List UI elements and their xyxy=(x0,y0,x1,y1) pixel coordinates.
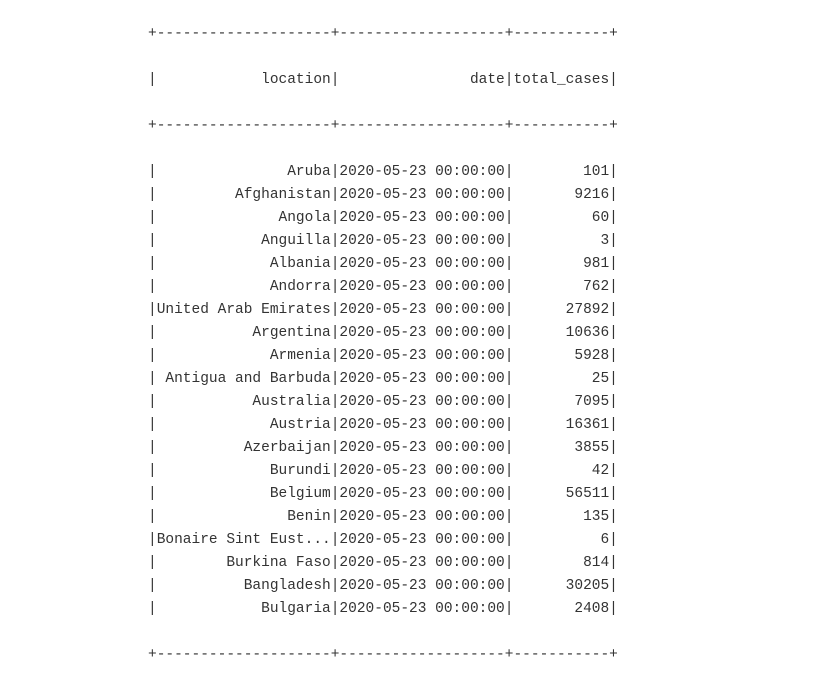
table-row: | Antigua and Barbuda|2020-05-23 00:00:0… xyxy=(148,368,817,391)
table-border-mid: +--------------------+------------------… xyxy=(148,115,817,138)
table-row: | Armenia|2020-05-23 00:00:00| 5928| xyxy=(148,345,817,368)
table-row: |Bonaire Sint Eust...|2020-05-23 00:00:0… xyxy=(148,529,817,552)
table-row: | Andorra|2020-05-23 00:00:00| 762| xyxy=(148,276,817,299)
ascii-table: +--------------------+------------------… xyxy=(0,0,817,690)
table-row: | Austria|2020-05-23 00:00:00| 16361| xyxy=(148,414,817,437)
table-row: | Azerbaijan|2020-05-23 00:00:00| 3855| xyxy=(148,437,817,460)
table-border-top: +--------------------+------------------… xyxy=(148,23,817,46)
table-row: | Angola|2020-05-23 00:00:00| 60| xyxy=(148,207,817,230)
table-row: | Bulgaria|2020-05-23 00:00:00| 2408| xyxy=(148,598,817,621)
table-row: | Belgium|2020-05-23 00:00:00| 56511| xyxy=(148,483,817,506)
table-row: | Bangladesh|2020-05-23 00:00:00| 30205| xyxy=(148,575,817,598)
table-row: | Burkina Faso|2020-05-23 00:00:00| 814| xyxy=(148,552,817,575)
table-row: | Afghanistan|2020-05-23 00:00:00| 9216| xyxy=(148,184,817,207)
header-row: | location| date|total_cases| xyxy=(148,69,817,92)
table-row: | Burundi|2020-05-23 00:00:00| 42| xyxy=(148,460,817,483)
table-row: | Albania|2020-05-23 00:00:00| 981| xyxy=(148,253,817,276)
table-border-bottom: +--------------------+------------------… xyxy=(148,644,817,667)
table-row: | Argentina|2020-05-23 00:00:00| 10636| xyxy=(148,322,817,345)
table-row: |United Arab Emirates|2020-05-23 00:00:0… xyxy=(148,299,817,322)
table-row: | Anguilla|2020-05-23 00:00:00| 3| xyxy=(148,230,817,253)
table-row: | Benin|2020-05-23 00:00:00| 135| xyxy=(148,506,817,529)
table-row: | Aruba|2020-05-23 00:00:00| 101| xyxy=(148,161,817,184)
table-row: | Australia|2020-05-23 00:00:00| 7095| xyxy=(148,391,817,414)
table-body: | Aruba|2020-05-23 00:00:00| 101|| Afgha… xyxy=(148,161,817,621)
